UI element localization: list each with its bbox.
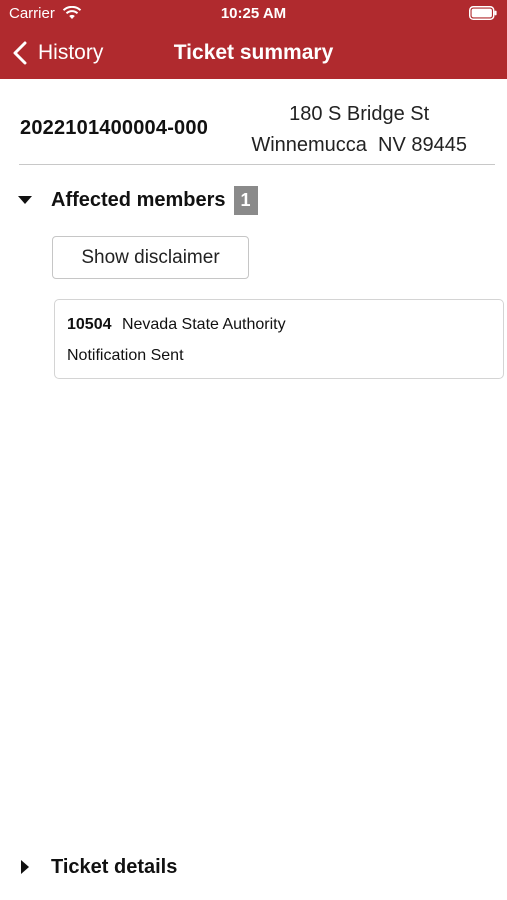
ticket-address: 180 S Bridge St Winnemucca NV 89445 bbox=[251, 99, 467, 161]
ticket-summary-screen: Carrier 10:25 AM History Ticket summary bbox=[0, 0, 507, 900]
affected-members-title: Affected members bbox=[51, 188, 226, 211]
address-line-2: Winnemucca NV 89445 bbox=[251, 134, 467, 156]
member-id: 10504 bbox=[67, 316, 112, 333]
page-title: Ticket summary bbox=[173, 41, 334, 64]
caret-right-icon bbox=[21, 860, 29, 874]
affected-members-count-badge: 1 bbox=[233, 185, 258, 215]
nav-bar: History Ticket summary bbox=[0, 28, 507, 79]
ticket-details-title: Ticket details bbox=[51, 855, 178, 878]
ticket-number: 2022101400004-000 bbox=[20, 117, 209, 139]
member-name: Nevada State Authority bbox=[121, 316, 286, 333]
status-bar: Carrier 10:25 AM bbox=[0, 0, 507, 28]
ticket-details-header[interactable]: Ticket details bbox=[16, 852, 177, 882]
member-status: Notification Sent bbox=[67, 347, 184, 364]
caret-down-icon bbox=[18, 196, 32, 204]
affected-members-header[interactable]: Affected members 1 bbox=[16, 185, 258, 215]
status-time: 10:25 AM bbox=[220, 5, 287, 22]
app-header: Carrier 10:25 AM History Ticket summary bbox=[0, 0, 507, 79]
show-disclaimer-button[interactable]: Show disclaimer bbox=[52, 236, 249, 279]
battery-icon bbox=[469, 6, 497, 20]
member-card[interactable]: 10504 Nevada State Authority Notificatio… bbox=[54, 299, 504, 379]
address-line-1: 180 S Bridge St bbox=[289, 103, 430, 125]
member-header: 10504 Nevada State Authority bbox=[67, 316, 286, 334]
divider bbox=[19, 164, 495, 165]
